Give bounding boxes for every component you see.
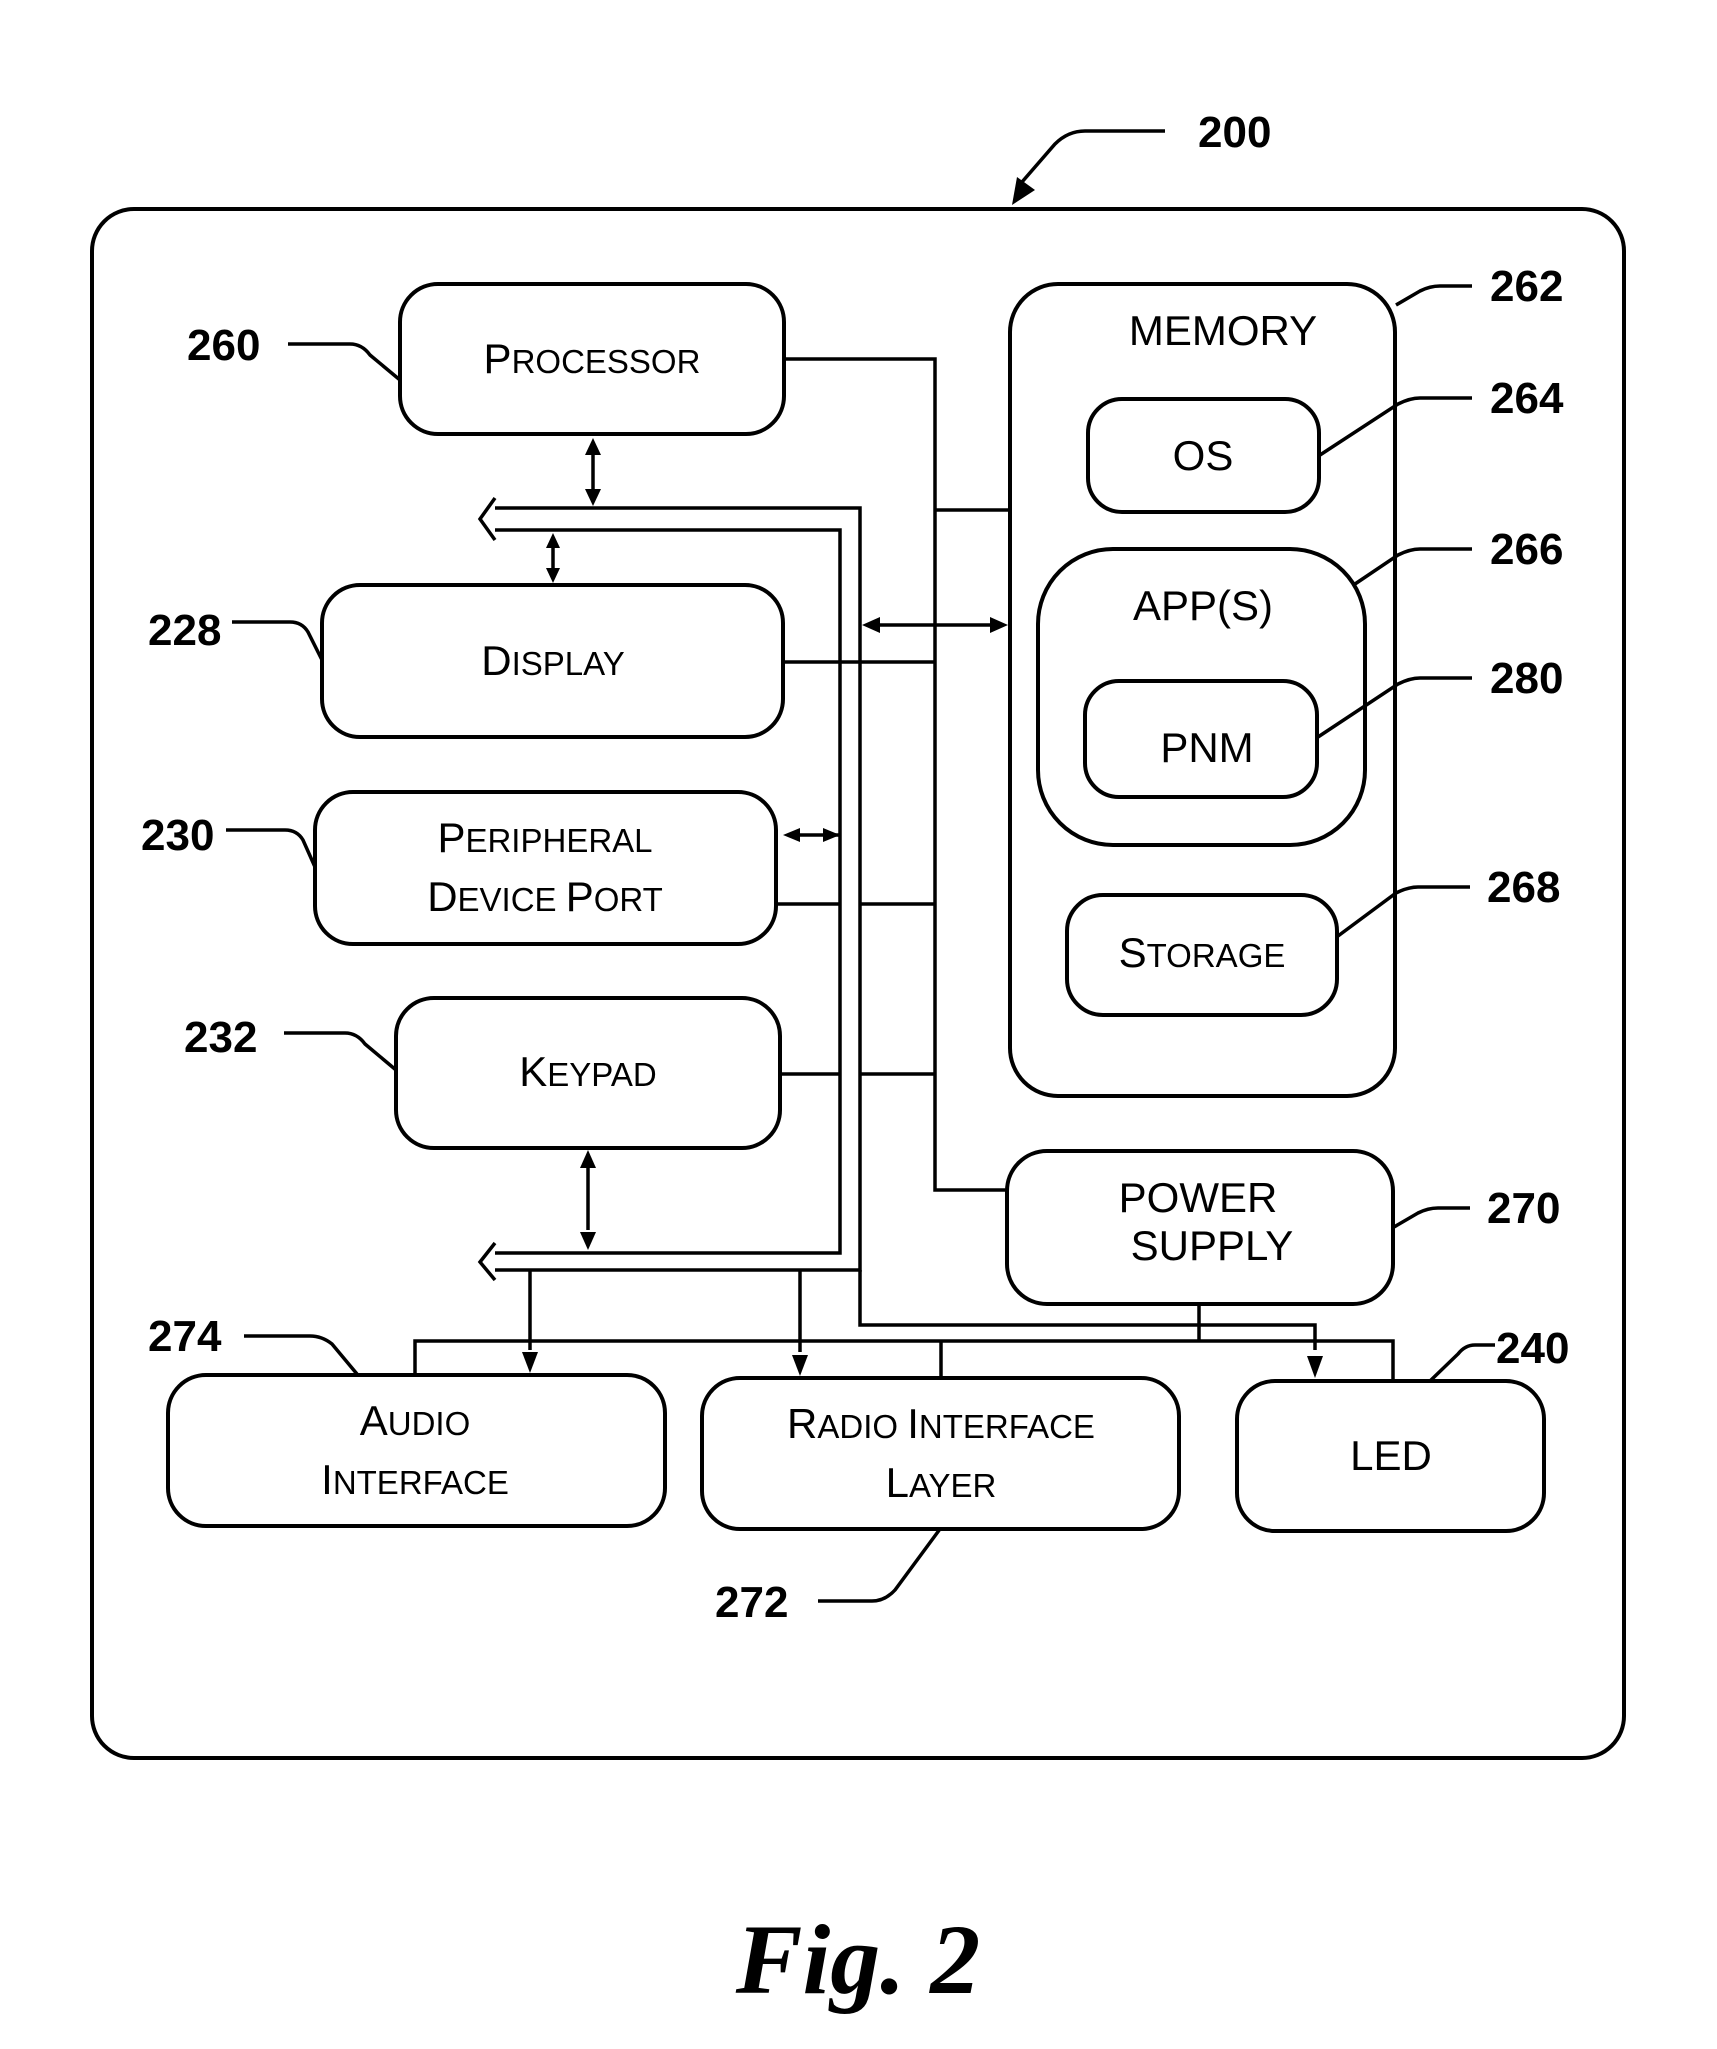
os-block[interactable]: OS [1086, 397, 1321, 514]
radio-label-line1: RADIO INTERFACE [787, 1400, 1095, 1447]
storage-block[interactable]: STORAGE [1065, 893, 1339, 1017]
led-label: LED [1350, 1432, 1432, 1479]
keypad-label: KEYPAD [519, 1048, 656, 1095]
ref-200: 200 [1012, 108, 1271, 205]
ref-270-label: 270 [1487, 1184, 1560, 1233]
ref-232-label: 232 [184, 1013, 257, 1062]
processor-block[interactable]: PROCESSOR [398, 282, 786, 436]
figure-caption: Fig. 2 [735, 1904, 980, 2015]
radio-interface-layer-block[interactable]: RADIO INTERFACE LAYER [700, 1376, 1181, 1531]
ref-264-label: 264 [1490, 374, 1564, 423]
radio-label-line2: LAYER [886, 1459, 997, 1506]
ref-230-label: 230 [141, 811, 214, 860]
peripheral-box [313, 790, 778, 946]
os-label: OS [1173, 432, 1234, 479]
peripheral-label-line1: PERIPHERAL [437, 814, 652, 861]
processor-label: PROCESSOR [484, 335, 701, 382]
ref-266-label: 266 [1490, 525, 1563, 574]
block-diagram: 200 PROCESSOR 260 DISPLAY 228 PERIPHERAL… [90, 108, 1626, 2015]
display-label: DISPLAY [481, 637, 624, 684]
audio-label-line2: INTERFACE [321, 1456, 509, 1503]
keypad-block[interactable]: KEYPAD [394, 996, 782, 1150]
audio-interface-block[interactable]: AUDIO INTERFACE [166, 1373, 667, 1528]
apps-label: APP(S) [1133, 582, 1273, 629]
audio-label-line1: AUDIO [360, 1397, 471, 1444]
power-supply-label-line1: POWER [1119, 1174, 1278, 1221]
storage-label: STORAGE [1119, 929, 1286, 976]
ref-280-label: 280 [1490, 654, 1563, 703]
led-block[interactable]: LED [1235, 1379, 1546, 1533]
ref-240-label: 240 [1496, 1324, 1569, 1373]
audio-box [166, 1373, 667, 1528]
peripheral-label-line2: DEVICE PORT [427, 873, 663, 920]
display-block[interactable]: DISPLAY [320, 583, 785, 739]
ref-200-leader [1020, 129, 1165, 184]
ref-274-label: 274 [148, 1312, 222, 1361]
pnm-block[interactable]: PNM [1083, 679, 1319, 799]
memory-label: MEMORY [1129, 307, 1317, 354]
ref-200-label: 200 [1198, 108, 1271, 157]
power-supply-label-line2: SUPPLY [1131, 1222, 1294, 1269]
ref-228-label: 228 [148, 606, 221, 655]
peripheral-device-port-block[interactable]: PERIPHERAL DEVICE PORT [313, 790, 778, 946]
pnm-label: PNM [1160, 724, 1253, 771]
ref-262-label: 262 [1490, 262, 1563, 311]
radio-box [700, 1376, 1181, 1531]
ref-268-label: 268 [1487, 863, 1560, 912]
power-supply-block[interactable]: POWER SUPPLY [1005, 1149, 1395, 1306]
ref-272-label: 272 [715, 1578, 788, 1627]
ref-260-label: 260 [187, 321, 260, 370]
